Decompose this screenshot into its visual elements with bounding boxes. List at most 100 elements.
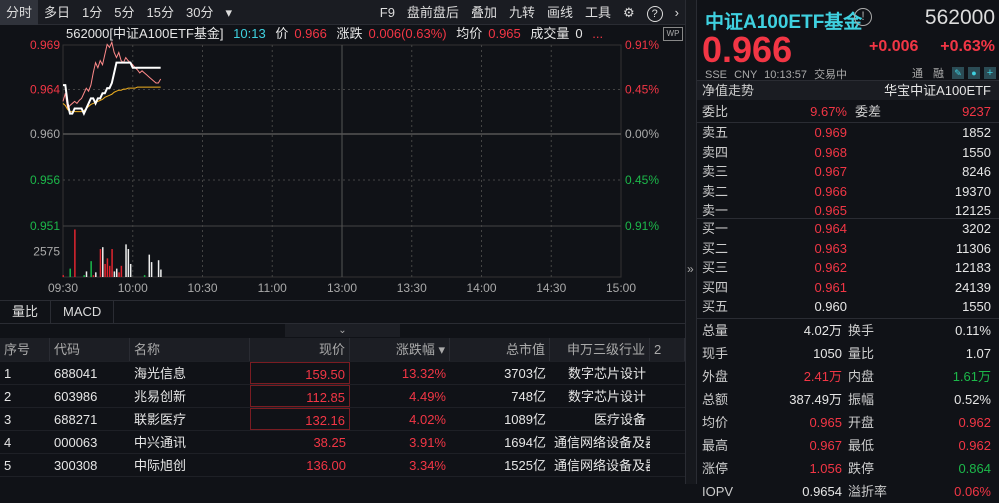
price-label: 价 <box>275 26 289 41</box>
volume-bar <box>120 265 123 277</box>
level-volume: 8246 <box>962 164 991 179</box>
security-label: 562000[中证A100ETF基金] <box>66 26 224 41</box>
level-price: 0.960 <box>814 299 847 314</box>
asks-level[interactable]: 卖二 0.966 19370 <box>697 182 999 202</box>
wp-badge-icon[interactable]: WP <box>663 27 683 41</box>
tab-macd[interactable]: MACD <box>51 301 115 323</box>
add-icon[interactable]: + <box>984 67 996 79</box>
nine-turn-button[interactable]: 九转 <box>503 0 541 25</box>
y-tick-right: 0.91% <box>625 219 659 233</box>
level-volume: 19370 <box>954 183 991 199</box>
gear-icon[interactable]: ⚙ <box>617 0 641 25</box>
x-tick: 10:00 <box>118 281 148 295</box>
asks-level[interactable]: 卖三 0.967 8246 <box>697 162 999 182</box>
margin-badge: 融 <box>933 68 944 80</box>
overlay-button[interactable]: 叠加 <box>465 0 503 25</box>
order-ratio-row: 委比 9.67% 委差 9237 <box>697 102 999 121</box>
price-line <box>63 61 161 117</box>
col-price[interactable]: 现价 <box>250 338 350 361</box>
tab-30min[interactable]: 30分 <box>180 0 219 25</box>
stat-label: 涨停 <box>702 461 729 476</box>
change-label: 涨跌 <box>336 26 363 41</box>
stat-label: 最高 <box>702 438 729 453</box>
nav-trend-bar[interactable]: 净值走势 华宝中证A100ETF <box>697 80 999 100</box>
tab-5min[interactable]: 5分 <box>108 0 140 25</box>
stat-label: 跌停 <box>848 461 875 476</box>
iopv-line <box>62 40 162 110</box>
x-tick: 13:30 <box>397 281 427 295</box>
bids-level[interactable]: 买二 0.963 11306 <box>697 239 999 259</box>
help-icon[interactable]: ? <box>641 0 669 25</box>
table-row[interactable]: 4 000063 中兴通讯 38.25 3.91% 1694亿 通信网络设备及器 <box>0 431 685 454</box>
stat-label: 外盘 <box>702 369 729 384</box>
col-industry[interactable]: 申万三级行业 <box>550 338 650 361</box>
panel-divider[interactable]: » <box>685 0 697 484</box>
tab-volume-ratio[interactable]: 量比 <box>0 301 52 323</box>
draw-line-button[interactable]: 画线 <box>541 0 579 25</box>
level-volume: 24139 <box>954 279 991 295</box>
level-volume: 11306 <box>955 240 991 256</box>
row-code: 603986 <box>54 389 98 404</box>
col-index[interactable]: 序号 <box>0 338 50 361</box>
volume-bar <box>113 271 116 277</box>
nav-trend-label: 净值走势 <box>702 83 755 98</box>
pencil-icon[interactable]: ✎ <box>952 67 964 79</box>
asks-level[interactable]: 卖五 0.969 1852 <box>697 123 999 143</box>
tab-multiday[interactable]: 多日 <box>38 0 76 25</box>
stat-label: 总额 <box>702 392 729 407</box>
table-row[interactable]: 3 688271 联影医疗 132.16 4.02% 1089亿 医疗设备 <box>0 408 685 431</box>
security-code: 562000 <box>924 6 995 29</box>
expand-panel-icon[interactable]: » <box>687 262 694 276</box>
volume-bar <box>118 272 120 277</box>
row-change-pct: 4.49% <box>409 389 446 404</box>
col-code[interactable]: 代码 <box>50 338 130 361</box>
info-icon[interactable]: ! <box>854 8 872 26</box>
stat-label: IOPV <box>702 484 734 499</box>
row-change-pct: 3.34% <box>409 458 446 473</box>
tab-intraday[interactable]: 分时 <box>0 0 39 25</box>
stat-label: 量比 <box>848 346 875 361</box>
price-change-pct: +0.63% <box>940 38 995 55</box>
bids-level[interactable]: 买一 0.964 3202 <box>697 219 999 239</box>
level-price: 0.967 <box>814 164 847 179</box>
avg-value: 0.965 <box>488 26 521 41</box>
stat-label: 振幅 <box>848 392 875 407</box>
order-ratio: 9.67% <box>810 104 847 119</box>
stat-label: 内盘 <box>848 369 875 384</box>
f9-button[interactable]: F9 <box>374 0 401 25</box>
table-row[interactable]: 5 300308 中际旭创 136.00 3.34% 1525亿 通信网络设备及… <box>0 454 685 477</box>
order-ratio-label: 委比 <box>702 104 729 119</box>
more-periods-dropdown[interactable]: ▾ <box>219 0 238 25</box>
tab-15min[interactable]: 15分 <box>141 0 180 25</box>
x-tick: 14:00 <box>466 281 496 295</box>
tab-1min[interactable]: 1分 <box>76 0 108 25</box>
table-row[interactable]: 1 688041 海光信息 159.50 13.32% 3703亿 数字芯片设计 <box>0 362 685 385</box>
col-name[interactable]: 名称 <box>130 338 250 361</box>
bell-icon[interactable]: ● <box>968 67 980 79</box>
bids-level[interactable]: 买四 0.961 24139 <box>697 278 999 298</box>
volume-bar <box>150 262 153 277</box>
asks-level[interactable]: 卖四 0.968 1550 <box>697 143 999 163</box>
stat-value: 0.965 <box>809 415 842 430</box>
chevron-right-icon[interactable]: › <box>669 0 685 25</box>
bids-level[interactable]: 买三 0.962 12183 <box>697 258 999 278</box>
table-row[interactable]: 2 603986 兆易创新 112.85 4.49% 748亿 数字芯片设计 <box>0 385 685 408</box>
collapse-panel-handle[interactable]: ⌄ <box>285 324 400 337</box>
intraday-chart[interactable]: 0.969 0.964 0.960 0.956 0.951 0.91% 0.45% 0.00%… <box>0 40 685 300</box>
level-label: 买一 <box>702 221 729 236</box>
row-market-cap: 748亿 <box>511 389 546 404</box>
pre-post-market-button[interactable]: 盘前盘后 <box>401 0 465 25</box>
y-tick-right: 0.45% <box>625 173 659 187</box>
volume-bar <box>111 249 113 277</box>
col-market-cap[interactable]: 总市值 <box>450 338 550 361</box>
level-volume: 1550 <box>962 144 991 160</box>
volume-bar <box>127 249 130 277</box>
volume-bar <box>69 268 71 277</box>
col-change-pct[interactable]: 涨跌幅 ▾ <box>350 338 450 361</box>
stat-value: 2.41万 <box>803 369 842 384</box>
col-more[interactable]: 2 <box>650 338 685 361</box>
tools-button[interactable]: 工具 <box>579 0 617 25</box>
row-price: 136.00 <box>306 458 346 473</box>
volume-bar <box>85 271 88 277</box>
bids-level[interactable]: 买五 0.960 1550 <box>697 297 999 317</box>
